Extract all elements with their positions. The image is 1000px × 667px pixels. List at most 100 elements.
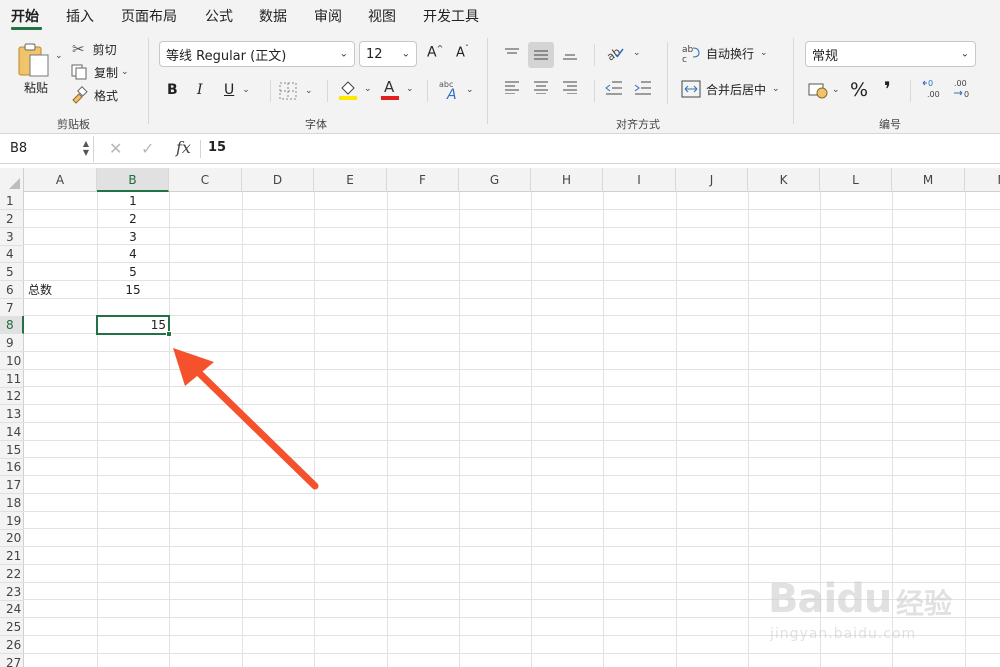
- percent-style-button[interactable]: %: [850, 79, 868, 101]
- column-header-g[interactable]: G: [459, 168, 531, 192]
- align-top-button[interactable]: [500, 42, 524, 66]
- copy-button[interactable]: 复制 ⌄: [70, 63, 129, 81]
- row-header-4[interactable]: 4: [0, 245, 24, 264]
- align-middle-button[interactable]: [528, 42, 554, 68]
- decrease-indent-button[interactable]: [605, 80, 623, 96]
- row-header-25[interactable]: 25: [0, 618, 24, 636]
- phonetic-button[interactable]: abc A ⌄: [438, 79, 474, 101]
- cell-b5[interactable]: 5: [97, 263, 169, 281]
- paste-chevron-icon[interactable]: ⌄: [55, 51, 63, 61]
- font-name-select[interactable]: 等线 Regular (正文) ⌄: [159, 41, 355, 67]
- column-header-a[interactable]: A: [24, 168, 97, 192]
- merge-center-button[interactable]: 合并后居中 ⌄: [681, 80, 780, 98]
- column-header-h[interactable]: H: [531, 168, 603, 192]
- row-header-20[interactable]: 20: [0, 529, 24, 548]
- column-header-c[interactable]: C: [169, 168, 242, 192]
- name-box[interactable]: B8 ▲ ▼: [2, 136, 94, 162]
- increase-font-size-button[interactable]: A^: [427, 44, 443, 61]
- wrap-text-button[interactable]: ab c 自动换行 ⌄: [681, 43, 768, 63]
- underline-button[interactable]: U ⌄: [224, 82, 250, 98]
- column-header-f[interactable]: F: [387, 168, 459, 192]
- comma-style-button[interactable]: ❜: [884, 77, 891, 101]
- column-header-k[interactable]: K: [748, 168, 820, 192]
- fill-color-button[interactable]: ⌄: [338, 78, 372, 100]
- tab-developer[interactable]: 开发工具: [423, 6, 479, 26]
- row-header-12[interactable]: 12: [0, 387, 24, 406]
- name-box-spinner-icon[interactable]: ▲ ▼: [83, 139, 89, 157]
- formula-input[interactable]: 15: [208, 140, 226, 155]
- row-header-14[interactable]: 14: [0, 423, 24, 441]
- row-header-19[interactable]: 19: [0, 512, 24, 530]
- align-left-button[interactable]: [500, 80, 524, 94]
- row-header-8[interactable]: 8: [0, 316, 24, 335]
- column-header-n[interactable]: N: [965, 168, 1000, 192]
- column-header-i[interactable]: I: [603, 168, 676, 192]
- row-header-24[interactable]: 24: [0, 600, 24, 619]
- font-color-button[interactable]: A ⌄: [380, 78, 414, 100]
- row-header-27[interactable]: 27: [0, 654, 24, 667]
- tab-view[interactable]: 视图: [368, 6, 396, 26]
- row-header-1[interactable]: 1: [0, 192, 24, 210]
- tab-insert[interactable]: 插入: [66, 6, 94, 26]
- row-header-26[interactable]: 26: [0, 636, 24, 654]
- fill-handle[interactable]: [166, 331, 172, 337]
- cancel-icon[interactable]: ✕: [109, 139, 122, 158]
- insert-function-button[interactable]: fx: [176, 138, 191, 157]
- svg-text:A: A: [384, 78, 395, 96]
- decrease-font-size-button[interactable]: Aˇ: [456, 44, 469, 60]
- row-header-2[interactable]: 2: [0, 210, 24, 228]
- bold-button[interactable]: B: [167, 82, 178, 98]
- column-header-l[interactable]: L: [820, 168, 892, 192]
- row-header-11[interactable]: 11: [0, 370, 24, 388]
- accounting-format-button[interactable]: ⌄: [808, 81, 840, 99]
- paste-button[interactable]: ⌄: [16, 42, 63, 78]
- row-header-6[interactable]: 6: [0, 281, 24, 299]
- cell-b6[interactable]: 15: [97, 281, 169, 299]
- format-painter-button[interactable]: 格式: [70, 86, 118, 104]
- row-header-5[interactable]: 5: [0, 263, 24, 281]
- select-all-button[interactable]: [0, 168, 24, 192]
- row-header-17[interactable]: 17: [0, 476, 24, 494]
- row-header-21[interactable]: 21: [0, 547, 24, 565]
- column-header-m[interactable]: M: [892, 168, 965, 192]
- column-header-d[interactable]: D: [242, 168, 314, 192]
- cell-b3[interactable]: 3: [97, 228, 169, 246]
- number-format-select[interactable]: 常规 ⌄: [805, 41, 976, 67]
- cell-b1[interactable]: 1: [97, 192, 169, 210]
- align-right-button[interactable]: [558, 80, 582, 94]
- column-header-e[interactable]: E: [314, 168, 387, 192]
- copy-chevron-icon[interactable]: ⌄: [121, 67, 129, 77]
- cut-button[interactable]: ✂ 剪切: [72, 40, 117, 58]
- row-header-18[interactable]: 18: [0, 494, 24, 512]
- cell-a6[interactable]: 总数: [24, 281, 97, 299]
- italic-button[interactable]: I: [197, 82, 203, 98]
- row-header-13[interactable]: 13: [0, 405, 24, 423]
- align-center-button[interactable]: [529, 80, 553, 94]
- row-header-10[interactable]: 10: [0, 352, 24, 370]
- tab-home[interactable]: 开始: [11, 6, 39, 26]
- cell-b4[interactable]: 4: [97, 245, 169, 263]
- row-header-3[interactable]: 3: [0, 228, 24, 246]
- row-header-7[interactable]: 7: [0, 299, 24, 317]
- align-left-icon: [505, 81, 519, 94]
- row-header-9[interactable]: 9: [0, 334, 24, 352]
- confirm-icon[interactable]: ✓: [141, 139, 154, 158]
- column-header-b[interactable]: B: [97, 168, 169, 192]
- row-header-23[interactable]: 23: [0, 583, 24, 601]
- row-header-16[interactable]: 16: [0, 458, 24, 477]
- tab-review[interactable]: 审阅: [314, 6, 342, 26]
- row-header-15[interactable]: 15: [0, 441, 24, 459]
- align-bottom-button[interactable]: [558, 42, 582, 66]
- font-size-select[interactable]: 12 ⌄: [359, 41, 417, 67]
- column-header-j[interactable]: J: [676, 168, 748, 192]
- tab-formulas[interactable]: 公式: [205, 6, 233, 26]
- tab-data[interactable]: 数据: [259, 6, 287, 26]
- increase-indent-button[interactable]: [634, 80, 652, 96]
- increase-decimal-button[interactable]: 0 .00: [922, 78, 944, 100]
- orientation-button[interactable]: ab ⌄: [605, 43, 641, 63]
- borders-button[interactable]: ⌄: [279, 82, 313, 100]
- row-header-22[interactable]: 22: [0, 565, 24, 583]
- decrease-decimal-button[interactable]: .00 0: [952, 78, 974, 100]
- cell-b2[interactable]: 2: [97, 210, 169, 228]
- tab-page-layout[interactable]: 页面布局: [121, 6, 177, 26]
